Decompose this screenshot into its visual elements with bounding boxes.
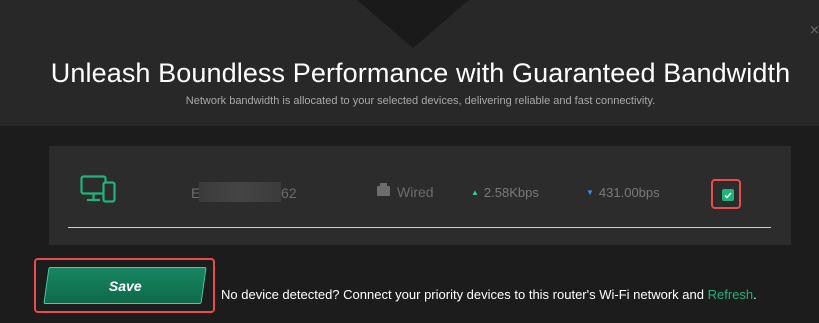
connection-type: Wired: [377, 183, 434, 200]
upload-arrow-icon: ▲: [471, 188, 479, 197]
device-select-checkbox[interactable]: [722, 189, 734, 201]
devices-icon: [80, 175, 116, 203]
close-icon[interactable]: ×: [809, 24, 819, 38]
download-rate: ▼ 431.00bps: [586, 185, 660, 201]
row-divider: [68, 227, 771, 228]
download-arrow-icon: ▼: [586, 188, 594, 197]
device-name-suffix: 62: [281, 185, 297, 201]
checkbox-highlight: [711, 179, 741, 209]
page-subtitle: Network bandwidth is allocated to your s…: [185, 95, 656, 107]
save-button-highlight: Save: [34, 258, 215, 313]
wired-icon: [377, 183, 390, 196]
bandwidth-dialog: × Unleash Boundless Performance with Gua…: [0, 0, 819, 323]
save-button[interactable]: Save: [43, 267, 207, 304]
device-list-panel: E\ 62 Wired ▲ 2.58Kbps ▼ 431.00bps: [49, 146, 791, 245]
page-title: Unleash Boundless Performance with Guara…: [50, 58, 791, 88]
no-device-hint: No device detected? Connect your priorit…: [221, 287, 757, 303]
header-notch: [357, 0, 469, 48]
download-rate-value: 431.00bps: [598, 185, 660, 200]
save-button-label: Save: [108, 277, 142, 294]
upload-rate-value: 2.58Kbps: [483, 185, 539, 200]
hint-text: No device detected? Connect your priorit…: [221, 287, 708, 302]
device-name-redaction: [199, 182, 281, 202]
connection-label: Wired: [397, 184, 434, 200]
hint-period: .: [753, 287, 757, 302]
header-banner: × Unleash Boundless Performance with Gua…: [0, 0, 819, 126]
check-icon: [724, 192, 732, 199]
upload-rate: ▲ 2.58Kbps: [471, 185, 539, 201]
refresh-link[interactable]: Refresh: [708, 287, 754, 302]
device-row: E\ 62 Wired ▲ 2.58Kbps ▼ 431.00bps: [49, 146, 791, 228]
